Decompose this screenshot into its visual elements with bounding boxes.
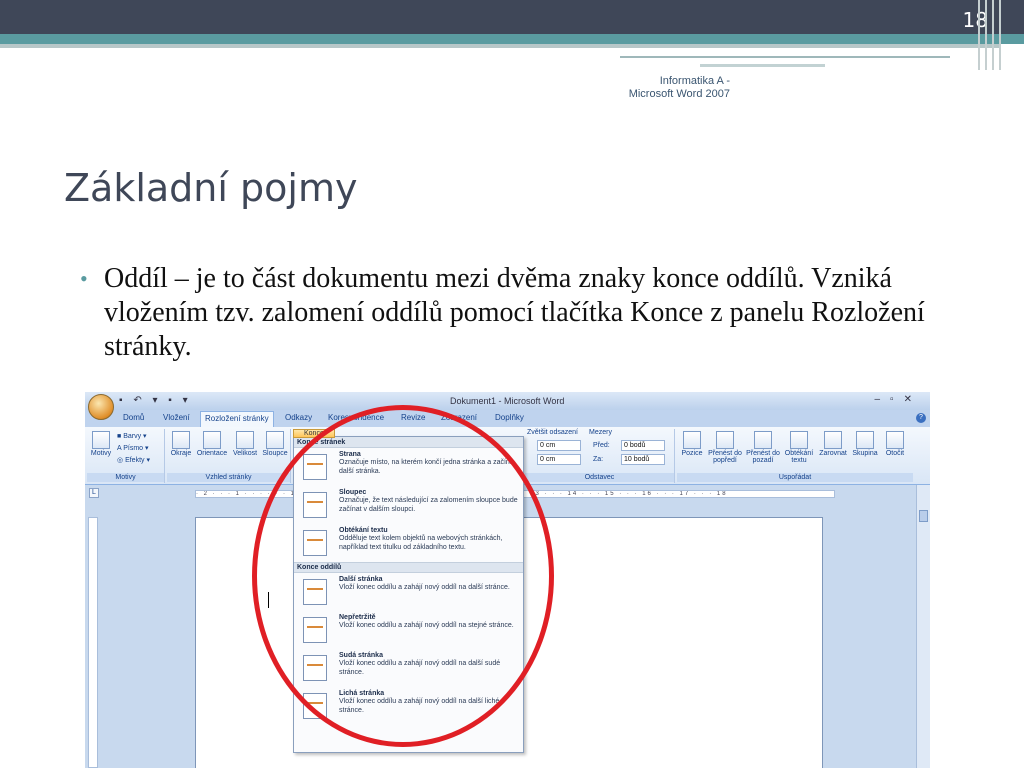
slide-footer: Informatika A - Microsoft Word 2007 [590,75,730,101]
slide-top-bar: 18 [0,0,1024,34]
mezery-label: Mezery [589,429,612,436]
ribbon-tabs: Domů Vložení Rozložení stránky Odkazy Ko… [85,410,930,427]
skupina-button[interactable]: Skupina [851,431,879,457]
okraje-button[interactable]: Okraje [169,431,193,457]
tab-domu[interactable]: Domů [123,413,144,422]
odsazeni-vlevo-input[interactable]: 0 cm [537,440,581,451]
velikost-button[interactable]: Velikost [230,431,260,457]
columns-icon [266,431,284,449]
bullet-item: • Oddíl – je to část dokumentu mezi dvěm… [80,262,950,364]
vertical-ruler[interactable] [88,517,98,768]
footer-line: Microsoft Word 2007 [628,88,730,100]
decorative-line [620,56,950,58]
mezery-za-input[interactable]: 10 bodů [621,454,665,465]
window-title: Dokument1 - Microsoft Word [450,396,565,406]
group-label: Uspořádat [677,473,913,482]
pred-label: Před: [593,442,610,449]
rotate-icon [886,431,904,449]
odsazeni-vpravo-input[interactable]: 0 cm [537,454,581,465]
word-title-bar: ▪ ↶ ▾ ▪ ▾ Dokument1 - Microsoft Word –▫✕ [85,392,930,410]
prenest-dopredu-button[interactable]: Přenést do popředí [707,431,743,464]
text-wrap-icon [790,431,808,449]
help-icon[interactable]: ? [916,413,926,423]
sloupce-button[interactable]: Sloupce [261,431,289,457]
zvetsit-odsazeni-label: Zvětšit odsazení [527,429,578,436]
zarovnat-button[interactable]: Zarovnat [817,431,849,457]
efekty-button[interactable]: ◎ Efekty ▾ [117,456,150,464]
window-controls[interactable]: –▫✕ [875,394,923,405]
otocit-button[interactable]: Otočit [881,431,909,457]
themes-icon [92,431,110,449]
send-backward-icon [754,431,772,449]
position-icon [683,431,701,449]
mezery-pred-input[interactable]: 0 bodů [621,440,665,451]
tab-selector[interactable]: L [89,488,99,498]
motivy-button[interactable]: Motivy [90,431,112,457]
group-label: Vzhled stránky [167,473,290,482]
prenest-dozadu-button[interactable]: Přenést do pozadí [745,431,781,464]
obtekani-textu-button[interactable]: Obtékání textu [783,431,815,464]
ribbon-group-motivy: Motivy ■ Barvy ▾ A Písmo ▾ ◎ Efekty ▾ Mo… [87,429,165,483]
decorative-vertical-lines [978,0,1006,70]
za-label: Za: [593,456,604,463]
vertical-scrollbar[interactable] [916,485,930,768]
slide-accent-bar-light [0,44,1000,48]
group-label: Odstavec [525,473,674,482]
group-label: Motivy [87,473,164,482]
bullet-dot: • [80,266,88,291]
office-button[interactable] [88,394,114,420]
slide-accent-bar [0,34,1024,44]
footer-line: Informatika A - [659,75,730,87]
align-icon [824,431,842,449]
quick-access-toolbar[interactable]: ▪ ↶ ▾ ▪ ▾ [119,395,192,406]
scrollbar-thumb[interactable] [919,510,928,522]
orientace-button[interactable]: Orientace [195,431,229,457]
ribbon-group-vzhled-stranky: Okraje Orientace Velikost Sloupce Vzhled… [167,429,291,483]
margins-icon [172,431,190,449]
ribbon-group-usporadat: Pozice Přenést do popředí Přenést do poz… [677,429,913,483]
tab-doplnky[interactable]: Doplňky [495,413,524,422]
red-highlight-ellipse [252,405,554,747]
bullet-text: Oddíl – je to část dokumentu mezi dvěma … [104,263,925,362]
slide-title: Základní pojmy [64,166,358,210]
decorative-line [700,64,825,67]
tab-odkazy[interactable]: Odkazy [285,413,312,422]
bring-forward-icon [716,431,734,449]
size-icon [236,431,254,449]
pozice-button[interactable]: Pozice [679,431,705,457]
group-icon [856,431,874,449]
tab-vlozeni[interactable]: Vložení [163,413,190,422]
barvy-button[interactable]: ■ Barvy ▾ [117,432,147,440]
orientation-icon [203,431,221,449]
pismo-button[interactable]: A Písmo ▾ [117,444,149,452]
ribbon-group-odstavec: Zvětšit odsazení Mezery 0 cm 0 cm Před: … [525,429,675,483]
tab-rozlozeni-stranky[interactable]: Rozložení stránky [200,411,274,427]
